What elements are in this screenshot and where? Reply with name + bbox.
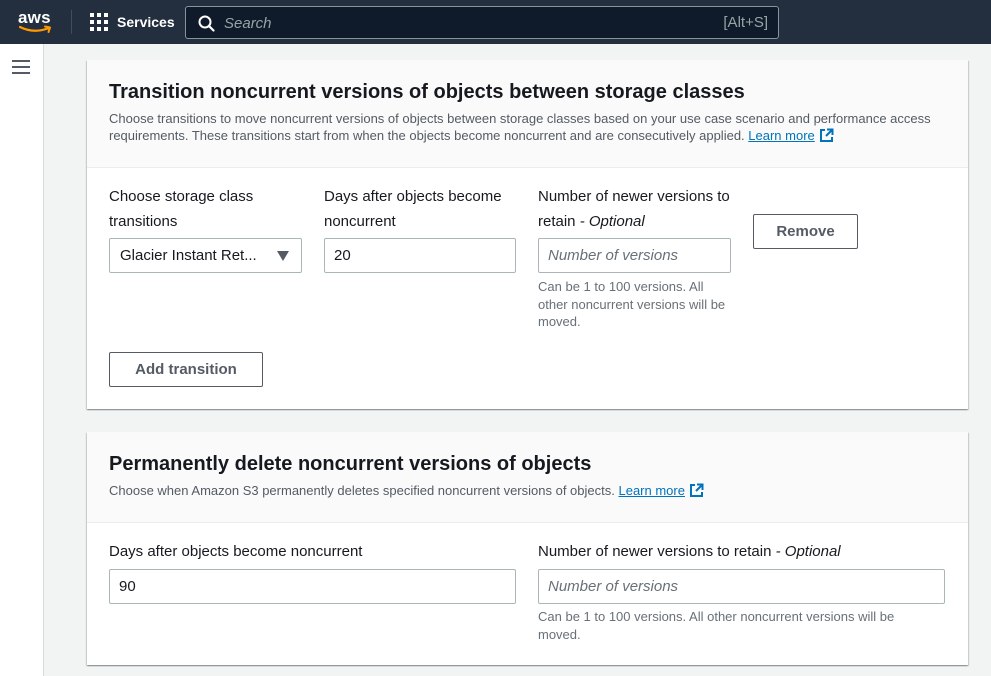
newer-versions-hint: Can be 1 to 100 versions. All other nonc… — [538, 279, 726, 329]
storage-class-value: Glacier Instant Ret... — [120, 247, 257, 264]
learn-more-link[interactable]: Learn more — [618, 483, 684, 498]
search-bar[interactable]: [Alt+S] — [185, 6, 779, 39]
days-after-noncurrent-label: Days after objects become noncurrent — [109, 543, 363, 560]
learn-more-link[interactable]: Learn more — [748, 128, 814, 143]
search-icon — [198, 15, 215, 32]
top-navigation: aws Services [Alt+S] — [0, 0, 991, 44]
newer-versions-hint: Can be 1 to 100 versions. All other nonc… — [538, 609, 895, 642]
delete-noncurrent-panel: Permanently delete noncurrent versions o… — [87, 432, 968, 665]
panel-description: Choose transitions to move noncurrent ve… — [109, 110, 954, 144]
newer-versions-label-text: Number of newer versions to retain — [538, 543, 772, 560]
search-shortcut-hint: [Alt+S] — [723, 14, 768, 31]
remove-button[interactable]: Remove — [753, 214, 858, 249]
panel-title: Transition noncurrent versions of object… — [109, 81, 745, 103]
optional-suffix: - Optional — [775, 543, 841, 560]
menu-icon[interactable] — [12, 60, 30, 74]
days-after-noncurrent-input[interactable] — [109, 569, 516, 604]
services-menu-button[interactable]: Services — [90, 12, 175, 32]
caret-down-icon — [277, 251, 289, 261]
storage-class-select[interactable]: Glacier Instant Ret... — [109, 238, 302, 273]
storage-class-label: Choose storage class transitions — [109, 188, 254, 230]
add-transition-button[interactable]: Add transition — [109, 352, 263, 387]
newer-versions-input[interactable] — [538, 238, 731, 273]
newer-versions-label: Number of newer versions to retain - Opt… — [538, 539, 958, 564]
newer-versions-input[interactable] — [538, 569, 945, 604]
transition-noncurrent-panel: Transition noncurrent versions of object… — [87, 60, 968, 409]
aws-smile-icon — [19, 25, 51, 33]
panel-title: Permanently delete noncurrent versions o… — [109, 453, 592, 475]
side-navigation — [0, 44, 44, 676]
days-after-noncurrent-label: Days after objects become noncurrent — [324, 188, 502, 230]
panel-header: Transition noncurrent versions of object… — [87, 60, 968, 168]
panel-description: Choose when Amazon S3 permanently delete… — [109, 482, 954, 499]
external-link-icon[interactable] — [689, 483, 704, 498]
services-label: Services — [117, 14, 175, 30]
description-text: Choose when Amazon S3 permanently delete… — [109, 483, 615, 498]
aws-logo[interactable]: aws — [18, 8, 54, 36]
panel-header: Permanently delete noncurrent versions o… — [87, 432, 968, 523]
newer-versions-label: Number of newer versions to retain - Opt… — [538, 184, 734, 234]
optional-suffix: - Optional — [579, 213, 645, 230]
nav-divider — [71, 10, 72, 34]
grid-icon — [90, 13, 108, 31]
search-input[interactable] — [224, 12, 694, 34]
days-after-noncurrent-input[interactable] — [324, 238, 516, 273]
external-link-icon[interactable] — [819, 128, 834, 143]
